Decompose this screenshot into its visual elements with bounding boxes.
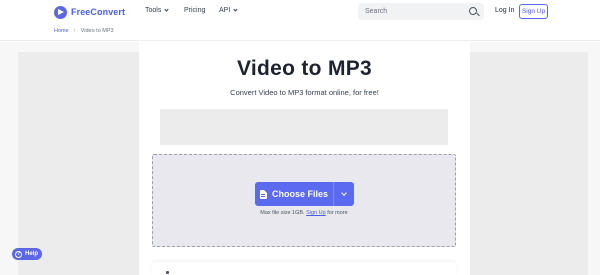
chevron-down-icon (233, 7, 238, 12)
logo[interactable]: FreeConvert (54, 5, 125, 19)
signup-link[interactable]: Sign Up (306, 210, 326, 216)
nav-tools[interactable]: Tools (145, 7, 169, 14)
options-card (152, 262, 456, 275)
breadcrumb: Home › Video to MP3 (54, 28, 114, 34)
file-icon (259, 189, 267, 199)
page-title: Video to MP3 (236, 57, 373, 80)
help-label: Help (25, 251, 39, 257)
nav-api-label: API (219, 7, 231, 14)
card-marker (166, 271, 169, 274)
max-file-size-note: Max file size 1GB. Sign Up for more (152, 210, 456, 216)
nav-pricing-label: Pricing (184, 7, 206, 14)
search-icon[interactable] (469, 7, 477, 15)
max-size-text: Max file size 1GB. (260, 210, 305, 216)
upload-source-dropdown[interactable] (334, 182, 354, 206)
logo-text: FreeConvert (71, 7, 126, 17)
breadcrumb-home[interactable]: Home (54, 28, 69, 34)
search-placeholder: Search (365, 8, 388, 15)
signup-button[interactable]: Sign Up (519, 4, 548, 19)
top-header: FreeConvert Tools Pricing API Search Log… (0, 0, 600, 24)
breadcrumb-bar: Home › Video to MP3 (0, 24, 600, 41)
login-link[interactable]: Log In (495, 7, 514, 14)
ad-left-column (18, 52, 139, 275)
nav-pricing[interactable]: Pricing (184, 7, 205, 14)
chevron-down-icon (164, 7, 169, 12)
choose-files-control: Choose Files (255, 182, 354, 206)
choose-files-label: Choose Files (271, 189, 328, 199)
chevron-down-icon (341, 189, 347, 196)
max-size-suffix: for more (327, 210, 348, 216)
breadcrumb-current: Video to MP3 (80, 28, 114, 34)
page-subtitle: Convert Video to MP3 format online, for … (230, 88, 379, 97)
logo-icon (54, 5, 67, 19)
choose-files-button[interactable]: Choose Files (255, 182, 333, 206)
nav-api[interactable]: API (219, 7, 238, 14)
question-icon: ? (15, 250, 22, 258)
ad-banner (160, 109, 448, 145)
search-input[interactable]: Search (358, 3, 484, 20)
nav-tools-label: Tools (145, 7, 162, 14)
help-button[interactable]: ? Help (12, 248, 42, 260)
chevron-right-icon: › (73, 28, 76, 34)
ad-right-column (470, 52, 588, 275)
